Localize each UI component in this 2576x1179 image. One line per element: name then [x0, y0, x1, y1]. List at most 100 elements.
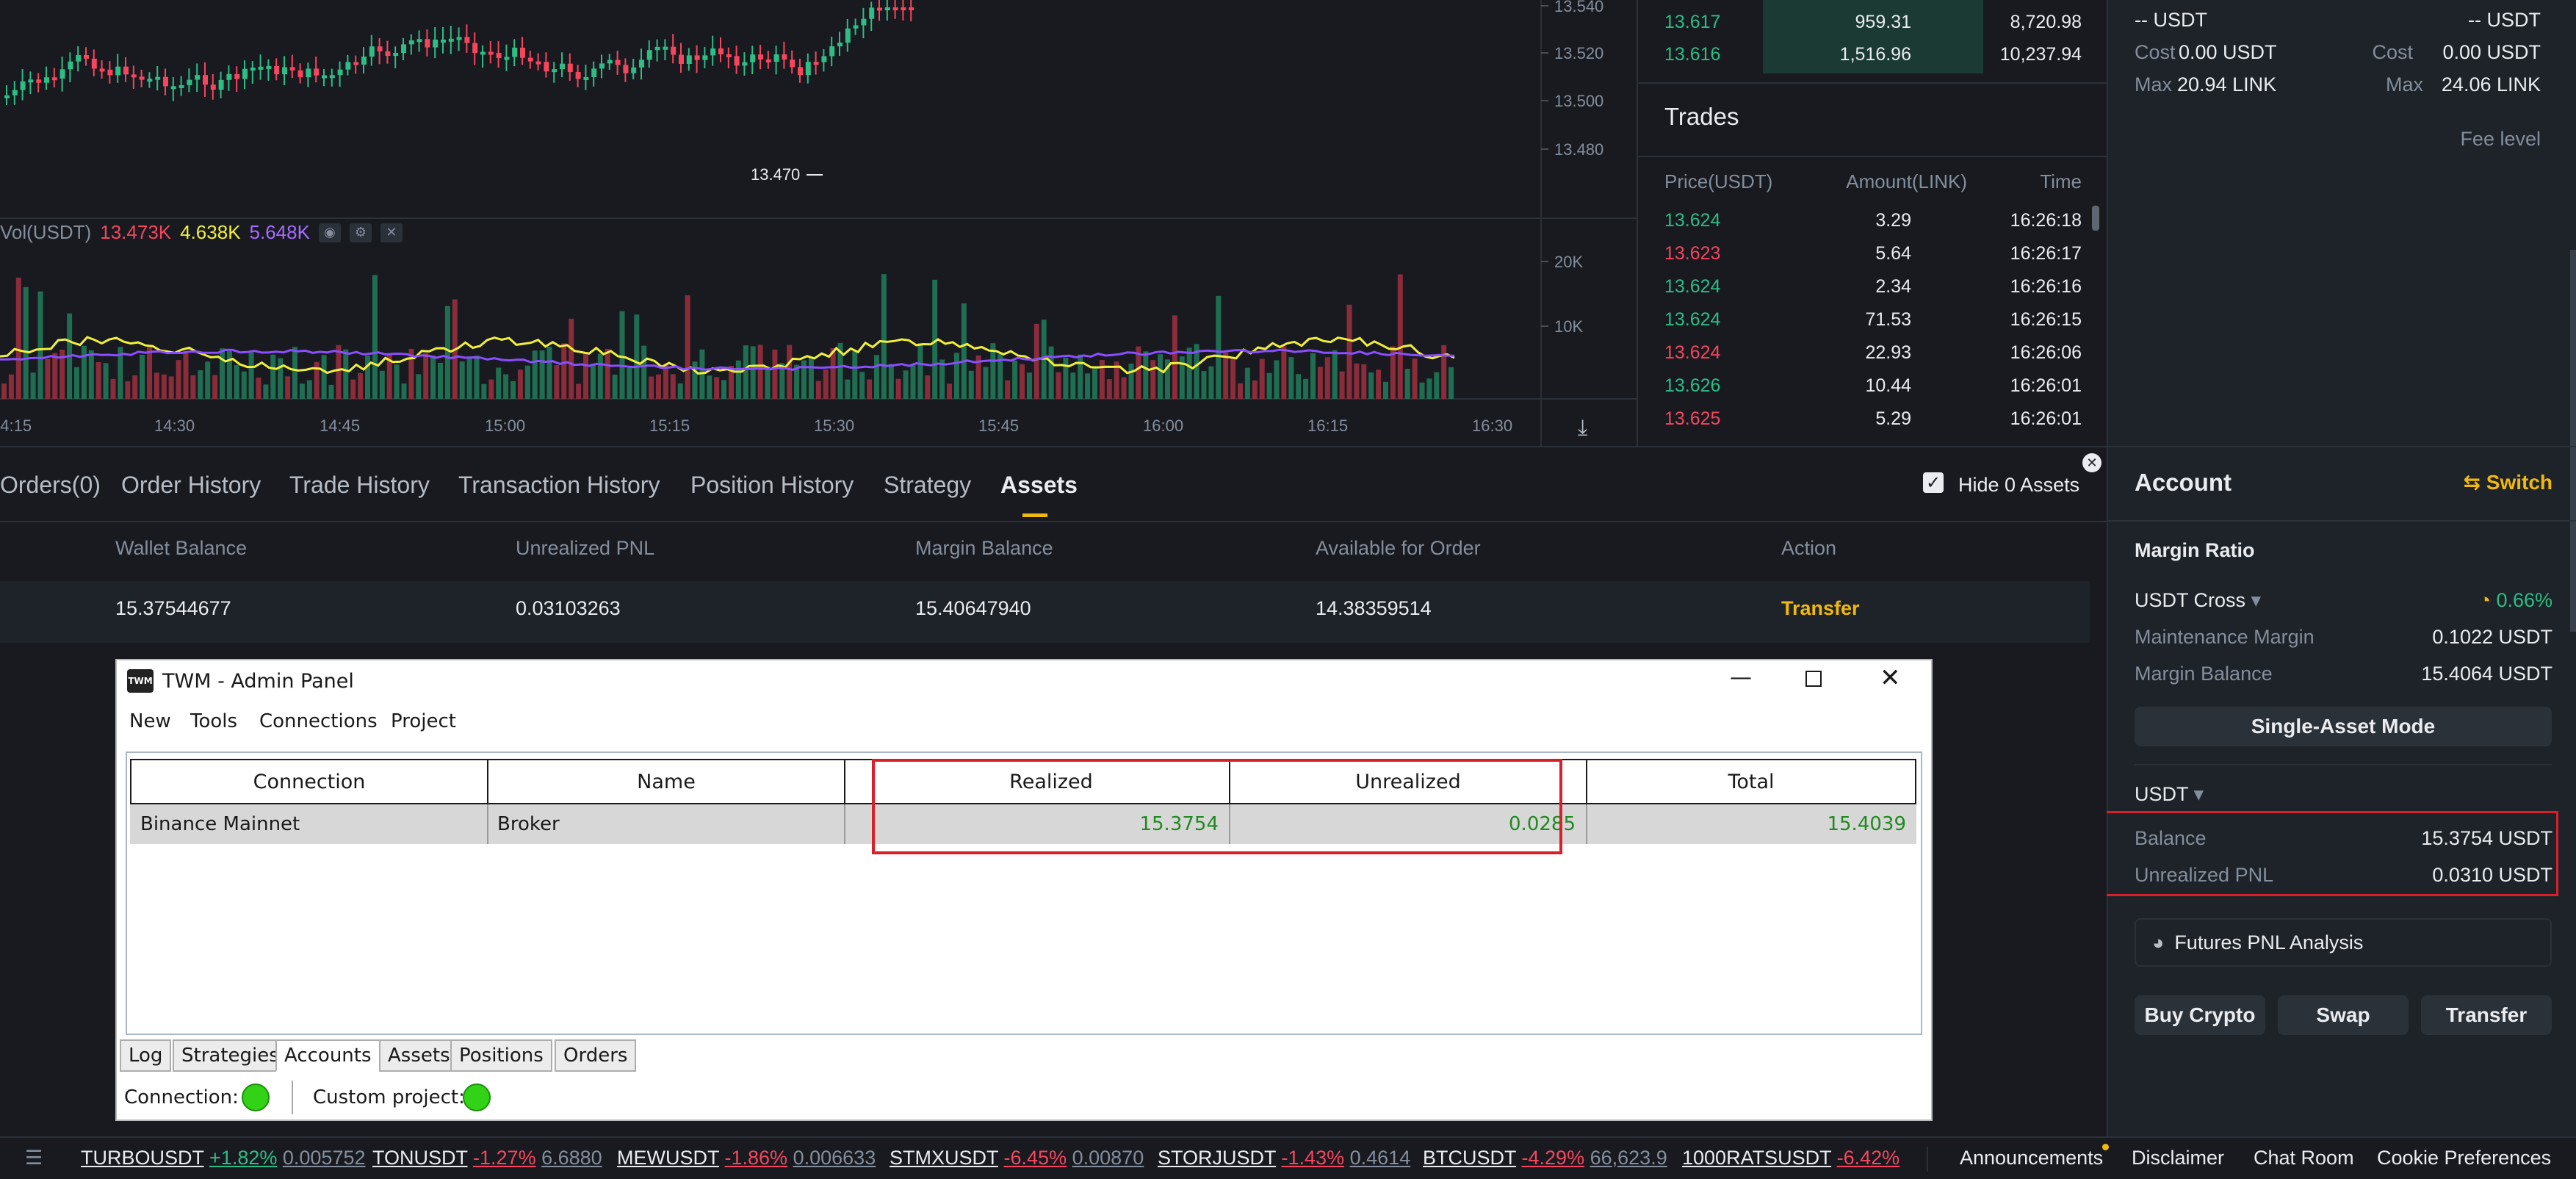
close-circle-icon[interactable]: ✕ [2082, 453, 2101, 472]
single-asset-mode-button[interactable]: Single-Asset Mode [2135, 707, 2552, 746]
grid-cell-connection[interactable]: Binance Mainnet [130, 804, 488, 844]
ticker-item[interactable]: STMXUSDT -6.45% 0.00870 [890, 1147, 1144, 1169]
volume-bar [394, 364, 400, 399]
volume-bar [1121, 377, 1127, 399]
hide-zero-checkbox[interactable]: ✓ [1923, 472, 1944, 493]
order-book-row[interactable]: 13.617 959.31 8,720.98 [1638, 4, 2108, 37]
twm-tab-positions[interactable]: Positions [450, 1039, 552, 1072]
custom-project-label: Custom project: [313, 1086, 465, 1108]
candle-body [837, 42, 843, 47]
order-book-row[interactable]: 13.616 1,516.96 10,237.94 [1638, 37, 2108, 69]
trade-row[interactable]: 13.625 5.29 16:26:01 [1638, 401, 2108, 433]
eye-icon[interactable]: ◉ [318, 223, 341, 242]
volume-bar [670, 374, 676, 399]
cost-value-left: 0.00 USDT [2179, 41, 2277, 63]
candle-body [408, 40, 414, 45]
twm-tab-strategies[interactable]: Strategies [173, 1039, 288, 1072]
menu-new[interactable]: New [129, 710, 171, 732]
ticker-item[interactable]: BTCUSDT -4.29% 66,623.9 [1423, 1147, 1667, 1169]
candle-body [591, 68, 597, 77]
ticker-item[interactable]: STORJUSDT -1.43% 0.4614 [1158, 1147, 1410, 1169]
swap-button[interactable]: Swap [2278, 995, 2409, 1035]
volume-bar [1238, 383, 1243, 399]
volume-bar [546, 347, 552, 399]
chat-room-link[interactable]: Chat Room [2254, 1147, 2354, 1169]
price-tick-label: 13.520 [1554, 44, 1603, 62]
candle-body [203, 75, 208, 85]
candle-body [441, 39, 446, 43]
grid-cell-total[interactable]: 15.4039 [1587, 804, 1916, 844]
margin-mode-select[interactable]: USDT Cross ▾ [2135, 589, 2261, 612]
settings-sliders-icon[interactable]: ☰ [25, 1147, 43, 1169]
tab-orders[interactable]: Orders(0) [0, 472, 101, 499]
trades-title: Trades [1664, 103, 1739, 130]
asset-select[interactable]: USDT ▾ [2135, 783, 2204, 806]
trade-row[interactable]: 13.624 22.93 16:26:06 [1638, 335, 2108, 367]
grid-header-total[interactable]: Total [1586, 759, 1916, 804]
candle-body [297, 70, 303, 78]
grid-cell-name[interactable]: Broker [488, 804, 845, 844]
ticker-item[interactable]: MEWUSDT -1.86% 0.006633 [617, 1147, 876, 1169]
twm-tab-accounts[interactable]: Accounts [275, 1039, 380, 1072]
twm-tab-log[interactable]: Log [120, 1039, 172, 1072]
volume-bar [1296, 374, 1302, 399]
minimize-icon[interactable]: — [1730, 665, 1752, 691]
volume-bar [852, 351, 858, 399]
panel-scrollbar[interactable] [2570, 250, 2576, 632]
disclaimer-link[interactable]: Disclaimer [2132, 1147, 2224, 1169]
book-price: 13.616 [1664, 44, 1721, 65]
volume-bar [1085, 373, 1091, 399]
twm-tab-orders[interactable]: Orders [555, 1039, 637, 1072]
volume-bar [1281, 346, 1287, 399]
book-price: 13.617 [1664, 12, 1721, 32]
tab-position-history[interactable]: Position History [690, 472, 854, 499]
ticker-item[interactable]: TURBOUSDT +1.82% 0.005752 [81, 1147, 366, 1169]
transfer-link[interactable]: Transfer [1781, 597, 1860, 620]
volume-bar [1, 383, 7, 399]
buy-crypto-button[interactable]: Buy Crypto [2135, 995, 2265, 1035]
tab-assets[interactable]: Assets [1000, 472, 1078, 499]
menu-connections[interactable]: Connections [259, 710, 378, 732]
candle-body [51, 77, 57, 81]
cookie-preferences-link[interactable]: Cookie Preferences [2377, 1147, 2551, 1169]
tab-transaction-history[interactable]: Transaction History [458, 472, 660, 499]
grid-header-connection[interactable]: Connection [130, 759, 488, 804]
volume-bar [95, 362, 101, 399]
menu-tools[interactable]: Tools [190, 710, 237, 732]
futures-pnl-analysis-button[interactable]: ◕ Futures PNL Analysis [2135, 918, 2552, 967]
announcements-link[interactable]: Announcements [1960, 1147, 2103, 1169]
tab-order-history[interactable]: Order History [121, 472, 261, 499]
ticker-item[interactable]: 1000RATSUSDT -6.42% [1682, 1147, 1899, 1169]
close-window-icon[interactable]: ✕ [1880, 663, 1901, 693]
tab-trade-history[interactable]: Trade History [289, 472, 430, 499]
switch-label: Switch [2486, 471, 2552, 494]
candle-body [322, 75, 327, 79]
maximize-icon[interactable] [1805, 671, 1822, 687]
volume-bar [888, 364, 894, 399]
candle-body [329, 75, 335, 79]
trade-row[interactable]: 13.624 3.29 16:26:18 [1638, 203, 2108, 235]
twm-tab-assets[interactable]: Assets [379, 1039, 459, 1072]
scrollbar[interactable] [2092, 206, 2099, 231]
scroll-latest-icon[interactable]: ⤓ [1578, 416, 1587, 440]
trade-row[interactable]: 13.624 2.34 16:26:16 [1638, 269, 2108, 301]
trade-row[interactable]: 13.626 10.44 16:26:01 [1638, 368, 2108, 400]
transfer-button[interactable]: Transfer [2421, 995, 2552, 1035]
candle-body [226, 73, 232, 80]
col-action: Action [1781, 537, 1837, 559]
menu-project[interactable]: Project [391, 710, 456, 732]
switch-button[interactable]: ⇆ Switch [2464, 470, 2552, 494]
price-chart[interactable]: 13.540 13.520 13.500 13.480 20K 10K 14:15 14:30… [0, 0, 1637, 446]
volume-bar [1448, 367, 1454, 399]
cost-label-right: Cost [2372, 41, 2413, 63]
ticker-item[interactable]: TONUSDT -1.27% 6.6880 [372, 1147, 602, 1169]
tab-strategy[interactable]: Strategy [884, 472, 971, 499]
fee-level-link[interactable]: Fee level [2460, 128, 2541, 151]
trades-header-price: Price(USDT) [1664, 170, 1773, 192]
close-icon[interactable]: ✕ [380, 223, 403, 242]
trade-row[interactable]: 13.624 71.53 16:26:15 [1638, 302, 2108, 334]
volume-bar [234, 364, 239, 399]
gear-icon[interactable]: ⚙ [349, 223, 372, 242]
trade-row[interactable]: 13.623 5.64 16:26:17 [1638, 236, 2108, 268]
grid-header-name[interactable]: Name [487, 759, 845, 804]
